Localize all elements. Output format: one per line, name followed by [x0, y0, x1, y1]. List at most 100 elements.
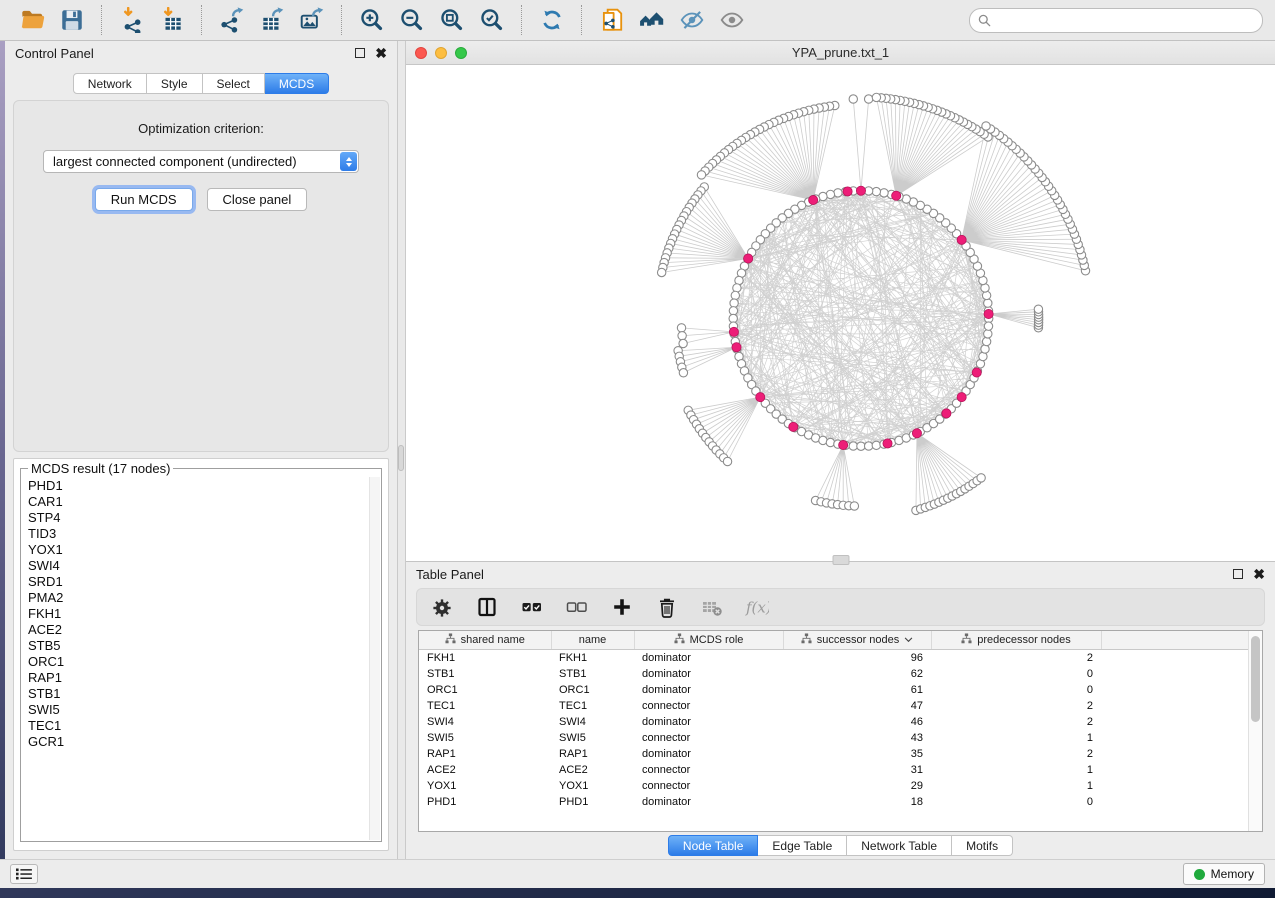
save-session-button[interactable]	[52, 3, 92, 37]
table-cell[interactable]: 43	[783, 730, 931, 746]
table-cell[interactable]: 2	[931, 698, 1101, 714]
network-node[interactable]	[984, 299, 992, 307]
network-window-titlebar[interactable]: YPA_prune.txt_1	[406, 41, 1275, 65]
float-panel-icon[interactable]	[355, 48, 365, 58]
graphics-details-button[interactable]	[672, 3, 712, 37]
open-session-button[interactable]	[12, 3, 52, 37]
mcds-node[interactable]	[856, 186, 865, 195]
table-cell[interactable]: 31	[783, 762, 931, 778]
criterion-dropdown[interactable]: largest connected component (undirected)	[43, 150, 359, 173]
home-button[interactable]	[632, 3, 672, 37]
network-node[interactable]	[880, 189, 888, 197]
mcds-node[interactable]	[892, 191, 901, 200]
mcds-result-item[interactable]: STB5	[28, 638, 381, 654]
mcds-node[interactable]	[984, 309, 993, 318]
search-input[interactable]	[996, 12, 1254, 28]
table-cell[interactable]: 46	[783, 714, 931, 730]
memory-button[interactable]: Memory	[1183, 863, 1265, 885]
network-leaf-node[interactable]	[850, 502, 858, 510]
table-row[interactable]: ACE2ACE2connector311	[419, 762, 1249, 778]
minimize-window-icon[interactable]	[435, 47, 447, 59]
zoom-in-button[interactable]	[352, 3, 392, 37]
mcds-result-scrollbar[interactable]	[369, 477, 380, 840]
network-node[interactable]	[849, 442, 857, 450]
tab-select[interactable]: Select	[203, 73, 265, 94]
tab-node-table[interactable]: Node Table	[668, 835, 759, 856]
table-cell[interactable]: TEC1	[551, 698, 634, 714]
float-table-panel-icon[interactable]	[1233, 569, 1243, 579]
network-node[interactable]	[730, 299, 738, 307]
network-node[interactable]	[872, 441, 880, 449]
import-network-button[interactable]	[112, 3, 152, 37]
table-cell[interactable]: PHD1	[419, 794, 551, 810]
mcds-node[interactable]	[756, 393, 765, 402]
table-cell[interactable]: 2	[931, 714, 1101, 730]
vertical-splitter[interactable]	[398, 41, 406, 859]
table-cell[interactable]: STB1	[419, 666, 551, 682]
close-table-panel-icon[interactable]: ✖	[1253, 567, 1265, 581]
refresh-view-button[interactable]	[532, 3, 572, 37]
table-cell[interactable]: 2	[931, 746, 1101, 762]
tab-style[interactable]: Style	[147, 73, 203, 94]
column-header-name[interactable]: name	[551, 631, 634, 650]
table-cell[interactable]: ACE2	[551, 762, 634, 778]
network-node[interactable]	[984, 330, 992, 338]
network-node[interactable]	[864, 442, 872, 450]
table-cell[interactable]: 1	[931, 762, 1101, 778]
table-cell[interactable]: SWI4	[419, 714, 551, 730]
mcds-node[interactable]	[744, 254, 753, 263]
table-cell[interactable]: 96	[783, 650, 931, 667]
table-cell[interactable]: ACE2	[419, 762, 551, 778]
table-cell[interactable]: dominator	[634, 650, 783, 667]
deselect-all-button[interactable]	[564, 594, 590, 620]
mcds-node[interactable]	[942, 409, 951, 418]
mcds-node[interactable]	[843, 187, 852, 196]
mcds-result-item[interactable]: SWI5	[28, 702, 381, 718]
mcds-result-item[interactable]: STP4	[28, 510, 381, 526]
tab-network-table[interactable]: Network Table	[847, 835, 952, 856]
table-cell[interactable]: 29	[783, 778, 931, 794]
network-leaf-node[interactable]	[723, 457, 731, 465]
network-node[interactable]	[982, 291, 990, 299]
network-leaf-node[interactable]	[677, 324, 685, 332]
mcds-result-item[interactable]: SRD1	[28, 574, 381, 590]
mcds-result-item[interactable]: CAR1	[28, 494, 381, 510]
table-cell[interactable]: 47	[783, 698, 931, 714]
close-panel-icon[interactable]: ✖	[375, 46, 387, 60]
network-node[interactable]	[981, 345, 989, 353]
table-row[interactable]: SWI5SWI5connector431	[419, 730, 1249, 746]
mcds-result-item[interactable]: RAP1	[28, 670, 381, 686]
table-cell[interactable]: RAP1	[551, 746, 634, 762]
mcds-node[interactable]	[839, 440, 848, 449]
add-row-button[interactable]	[609, 594, 635, 620]
table-cell[interactable]: 18	[783, 794, 931, 810]
table-cell[interactable]: connector	[634, 730, 783, 746]
select-all-button[interactable]	[519, 594, 545, 620]
network-node[interactable]	[857, 442, 865, 450]
table-cell[interactable]: dominator	[634, 714, 783, 730]
network-file-button[interactable]	[592, 3, 632, 37]
table-cell[interactable]: connector	[634, 762, 783, 778]
splitter-handle[interactable]	[398, 445, 404, 471]
settings-button[interactable]	[429, 594, 455, 620]
network-node[interactable]	[982, 337, 990, 345]
mcds-node[interactable]	[729, 327, 738, 336]
search-box[interactable]	[969, 8, 1263, 33]
network-leaf-node[interactable]	[864, 95, 872, 103]
tab-motifs[interactable]: Motifs	[952, 835, 1013, 856]
table-cell[interactable]: FKH1	[419, 650, 551, 667]
table-cell[interactable]: PHD1	[551, 794, 634, 810]
tab-edge-table[interactable]: Edge Table	[758, 835, 847, 856]
network-leaf-node[interactable]	[679, 369, 687, 377]
table-cell[interactable]: dominator	[634, 794, 783, 810]
mcds-result-list[interactable]: PHD1CAR1STP4TID3YOX1SWI4SRD1PMA2FKH1ACE2…	[28, 478, 381, 750]
network-leaf-node[interactable]	[872, 93, 880, 101]
table-cell[interactable]: connector	[634, 778, 783, 794]
table-cell[interactable]: ORC1	[551, 682, 634, 698]
mcds-node[interactable]	[732, 343, 741, 352]
zoom-fit-button[interactable]	[432, 3, 472, 37]
mcds-node[interactable]	[789, 422, 798, 431]
tab-mcds[interactable]: MCDS	[265, 73, 329, 94]
table-row[interactable]: RAP1RAP1dominator352	[419, 746, 1249, 762]
mcds-result-item[interactable]: GCR1	[28, 734, 381, 750]
